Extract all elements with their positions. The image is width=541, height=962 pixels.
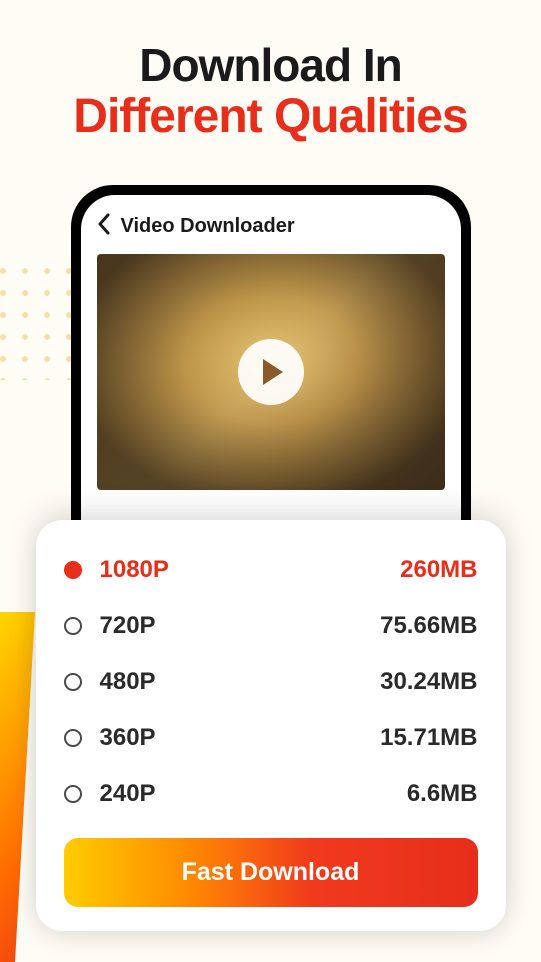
quality-label: 360P [100, 724, 381, 752]
play-button[interactable] [238, 339, 304, 405]
radio-icon [64, 561, 82, 579]
quality-option-480p[interactable]: 480P30.24MB [64, 654, 478, 710]
heading-line-2: Different Qualities [0, 91, 541, 144]
video-thumbnail[interactable] [97, 254, 445, 490]
quality-option-720p[interactable]: 720P75.66MB [64, 598, 478, 654]
quality-option-360p[interactable]: 360P15.71MB [64, 710, 478, 766]
screen-header: Video Downloader [97, 213, 445, 240]
radio-icon [64, 673, 82, 691]
quality-label: 720P [100, 612, 381, 640]
back-icon[interactable] [97, 213, 111, 240]
screen-title: Video Downloader [121, 215, 295, 238]
radio-icon [64, 617, 82, 635]
quality-option-1080p[interactable]: 1080P260MB [64, 542, 478, 598]
quality-label: 1080P [100, 556, 401, 584]
quality-label: 480P [100, 668, 381, 696]
quality-size: 30.24MB [380, 668, 477, 696]
play-icon [263, 359, 283, 385]
radio-icon [64, 729, 82, 747]
quality-selection-card: 1080P260MB720P75.66MB480P30.24MB360P15.7… [36, 520, 506, 931]
quality-size: 6.6MB [407, 780, 478, 808]
quality-list: 1080P260MB720P75.66MB480P30.24MB360P15.7… [64, 542, 478, 822]
heading-line-1: Download In [0, 40, 541, 91]
fast-download-button[interactable]: Fast Download [64, 838, 478, 907]
quality-size: 15.71MB [380, 724, 477, 752]
quality-size: 75.66MB [380, 612, 477, 640]
quality-size: 260MB [400, 556, 477, 584]
quality-option-240p[interactable]: 240P6.6MB [64, 766, 478, 822]
radio-icon [64, 785, 82, 803]
promo-heading: Download In Different Qualities [0, 0, 541, 143]
quality-label: 240P [100, 780, 407, 808]
